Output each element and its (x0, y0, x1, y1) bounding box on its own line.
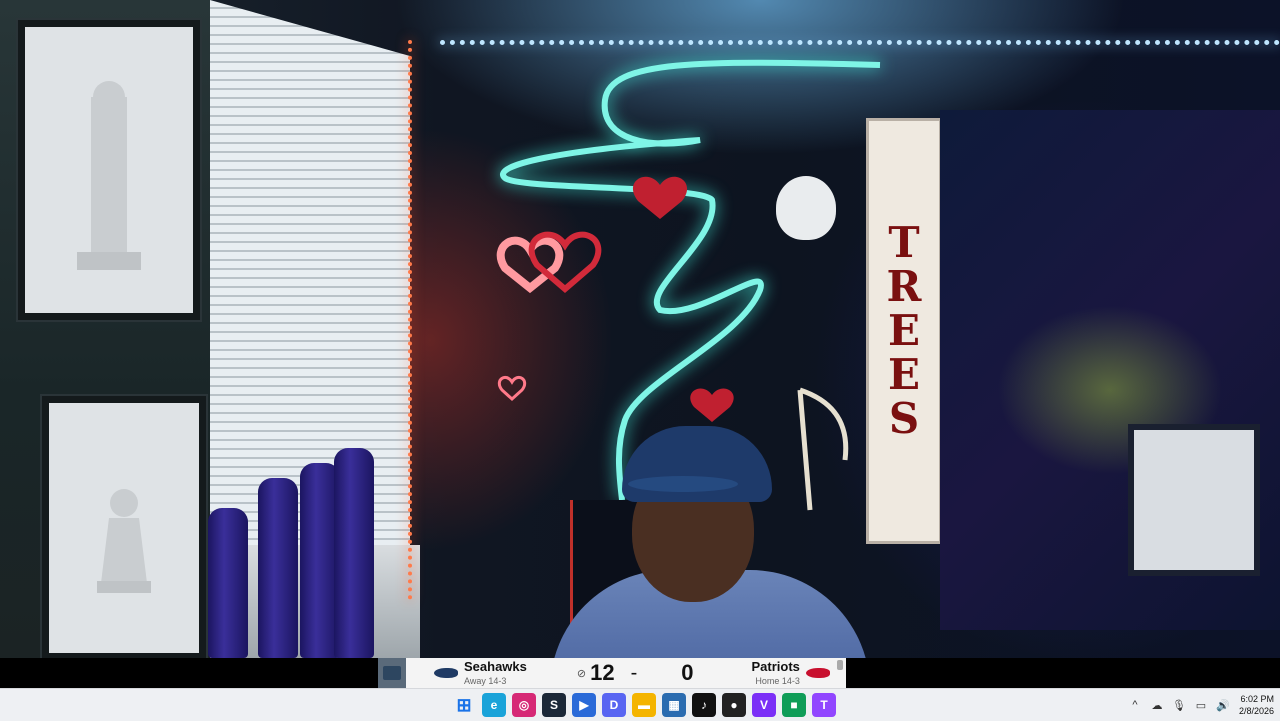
heart-balloon-icon (632, 176, 688, 219)
onedrive-cloud-icon[interactable]: ☁ (1150, 699, 1164, 712)
fresh-trees-sign: TREES (866, 118, 942, 544)
home-team: Seahawks Away 14-3 (464, 660, 527, 686)
skull-mask (776, 176, 836, 240)
system-tray: ^ ☁ 🎙 ▭ 🔊 (1128, 689, 1230, 721)
discord-icon[interactable]: D (602, 693, 626, 717)
tiktok-icon[interactable]: ♪ (692, 693, 716, 717)
away-team: Patriots Home 14-3 (752, 660, 800, 686)
heart-icon (497, 376, 527, 402)
file-explorer-icon[interactable]: ▬ (632, 693, 656, 717)
taskbar-clock[interactable]: 6:02 PM 2/8/2026 (1232, 693, 1274, 717)
scoreboard-widget[interactable]: Seahawks Away 14-3 ⊘ 12 - 0 Patriots Hom… (378, 658, 846, 688)
cap-bill (628, 476, 738, 492)
start-icon[interactable]: ⊞ (452, 693, 476, 717)
instagram-icon[interactable]: ◎ (512, 693, 536, 717)
home-team-name: Seahawks (464, 659, 527, 674)
network-icon[interactable]: ▭ (1194, 699, 1208, 712)
patriots-logo-icon (805, 668, 830, 678)
scoreboard-scroll-handle[interactable] (837, 660, 843, 670)
show-hidden-icons-chevron-icon[interactable]: ^ (1128, 699, 1142, 711)
volume-icon[interactable]: 🔊 (1216, 699, 1230, 712)
home-team-record: Away 14-3 (464, 676, 507, 686)
football-icon: ⊘ (576, 667, 587, 680)
heart-balloon-icon (690, 388, 734, 422)
clock-date: 2/8/2026 (1238, 706, 1274, 716)
steam-icon[interactable]: S (542, 693, 566, 717)
seahawks-logo-icon (434, 668, 458, 678)
music-note-icon (797, 387, 849, 511)
clock-time: 6:02 PM (1240, 694, 1274, 704)
away-score: 0 (681, 660, 694, 685)
windows-taskbar: ⊞ e ◎ S ▶ D ▬ ▦ ♪ ● V ■ T ^ ☁ 🎙 ▭ 🔊 6:02 PM 2/8/2026 (0, 688, 1280, 721)
microphone-icon[interactable]: 🎙 (1172, 699, 1186, 712)
obs-studio-icon[interactable]: ● (722, 693, 746, 717)
chess-knight-picture-frame (1128, 424, 1260, 576)
webcam-feed: TREES (0, 0, 1280, 658)
score-separator: - (630, 661, 638, 684)
home-score: 12 (590, 660, 615, 685)
media-app-icon[interactable]: ■ (782, 693, 806, 717)
viber-icon[interactable]: V (752, 693, 776, 717)
away-team-record: Home 14-3 (755, 676, 800, 686)
taskbar-pinned-apps: ⊞ e ◎ S ▶ D ▬ ▦ ♪ ● V ■ T (452, 689, 836, 721)
streaming-app-icon[interactable]: ▶ (572, 693, 596, 717)
edge-icon[interactable]: e (482, 693, 506, 717)
scoreboard-thumbnail[interactable] (378, 658, 406, 688)
store-icon[interactable]: ▦ (662, 693, 686, 717)
twitch-icon[interactable]: T (812, 693, 836, 717)
away-team-name: Patriots (751, 659, 800, 674)
